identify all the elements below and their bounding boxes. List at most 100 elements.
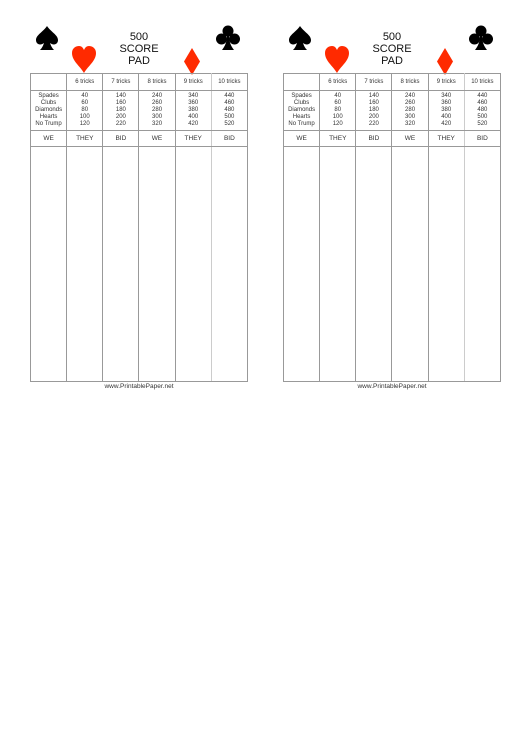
bid-value: 200 <box>115 114 126 120</box>
bid-values-cell: 340 360 380 400 420 <box>427 90 465 131</box>
bid-value: 140 <box>115 93 126 99</box>
bid-value: 480 <box>224 107 235 113</box>
tricks-header: 9 tricks <box>174 73 212 91</box>
suit-label: No Trump <box>35 121 62 127</box>
score-header: WE <box>138 130 176 147</box>
title-line: PAD <box>128 55 150 67</box>
suit-label: Clubs <box>40 100 57 106</box>
title-line: SCORE <box>119 43 159 55</box>
footer-url: www.PrintablePaper.net <box>104 383 174 390</box>
footer-url: www.PrintablePaper.net <box>357 383 427 390</box>
title-line: 500 <box>382 31 402 43</box>
suit-labels-cell: Spades Clubs Diamonds Hearts No Trump <box>29 90 68 131</box>
bid-value: 220 <box>115 121 126 127</box>
bid-value: 460 <box>477 100 488 106</box>
bid-value: 160 <box>115 100 126 106</box>
bid-value: 300 <box>405 114 416 120</box>
score-table: 6 tricks 7 tricks 8 tricks 9 tricks 10 t… <box>282 73 502 382</box>
bid-values-cell: 40 60 80 100 120 <box>66 90 104 131</box>
tricks-header: 8 tricks <box>138 73 176 91</box>
bid-values-cell: 440 460 480 500 520 <box>463 90 502 131</box>
bid-value: 340 <box>188 93 199 99</box>
bid-values-cell: 240 260 280 300 320 <box>138 90 176 131</box>
bid-values-row: Spades Clubs Diamonds Hearts No Trump 40 60 80… <box>29 90 249 131</box>
score-header: BID <box>355 130 393 147</box>
tricks-header: 6 tricks <box>319 73 357 91</box>
bid-value: 280 <box>405 107 416 113</box>
bid-value: 160 <box>368 100 379 106</box>
we-score-column[interactable] <box>29 146 68 382</box>
they-score-column[interactable] <box>319 146 357 382</box>
tricks-header: 10 tricks <box>463 73 502 91</box>
pad-title: 500 SCORE PAD <box>283 31 501 67</box>
they-score-column[interactable] <box>174 146 212 382</box>
bid-value: 240 <box>152 93 163 99</box>
bid-value: 120 <box>79 121 90 127</box>
bid-value: 260 <box>405 100 416 106</box>
bid-value: 320 <box>152 121 163 127</box>
bid-value: 340 <box>441 93 452 99</box>
bid-value: 380 <box>188 107 199 113</box>
score-pad: 500 SCORE PAD 6 tricks 7 tricks 8 tricks… <box>282 0 502 400</box>
score-table: 6 tricks 7 tricks 8 tricks 9 tricks 10 t… <box>29 73 249 382</box>
bid-values-row: Spades Clubs Diamonds Hearts No Trump 40 60 80… <box>282 90 502 131</box>
tricks-header: 6 tricks <box>66 73 104 91</box>
score-header-row: WE THEY BID WE THEY BID <box>282 130 502 147</box>
score-header: THEY <box>319 130 357 147</box>
bid-values-cell: 440 460 480 500 520 <box>210 90 249 131</box>
bid-value: 180 <box>115 107 126 113</box>
we-score-column[interactable] <box>138 146 176 382</box>
bid-values-cell: 340 360 380 400 420 <box>174 90 212 131</box>
score-header: BID <box>210 130 249 147</box>
bid-value: 40 <box>81 93 89 99</box>
bid-value: 220 <box>368 121 379 127</box>
bid-value: 440 <box>477 93 488 99</box>
bid-value: 320 <box>405 121 416 127</box>
bid-value: 300 <box>152 114 163 120</box>
score-header: THEY <box>66 130 104 147</box>
bid-column[interactable] <box>102 146 140 382</box>
bid-value: 40 <box>334 93 342 99</box>
bid-values-cell: 40 60 80 100 120 <box>319 90 357 131</box>
suit-label: Diamonds <box>288 107 316 113</box>
score-header: WE <box>391 130 429 147</box>
we-score-column[interactable] <box>282 146 321 382</box>
suit-label: Hearts <box>39 114 58 120</box>
score-header: THEY <box>174 130 212 147</box>
corner-cell <box>29 73 68 91</box>
bid-value: 100 <box>332 114 343 120</box>
corner-cell <box>282 73 321 91</box>
they-score-column[interactable] <box>66 146 104 382</box>
bid-value: 80 <box>81 107 89 113</box>
they-score-column[interactable] <box>427 146 465 382</box>
bid-value: 80 <box>334 107 342 113</box>
suit-label: Clubs <box>293 100 310 106</box>
bid-value: 100 <box>79 114 90 120</box>
score-header: BID <box>102 130 140 147</box>
bid-value: 400 <box>441 114 452 120</box>
bid-value: 480 <box>477 107 488 113</box>
score-header-row: WE THEY BID WE THEY BID <box>29 130 249 147</box>
score-header: WE <box>29 130 68 147</box>
tricks-header: 7 tricks <box>102 73 140 91</box>
suit-label: Hearts <box>292 114 311 120</box>
we-score-column[interactable] <box>391 146 429 382</box>
bid-column[interactable] <box>210 146 249 382</box>
tricks-header-row: 6 tricks 7 tricks 8 tricks 9 tricks 10 t… <box>282 73 502 91</box>
bid-column[interactable] <box>463 146 502 382</box>
bid-value: 180 <box>368 107 379 113</box>
bid-value: 400 <box>188 114 199 120</box>
tricks-header: 8 tricks <box>391 73 429 91</box>
bid-value: 200 <box>368 114 379 120</box>
bid-value: 520 <box>224 121 235 127</box>
bid-value: 500 <box>224 114 235 120</box>
bid-column[interactable] <box>355 146 393 382</box>
bid-value: 420 <box>188 121 199 127</box>
bid-value: 360 <box>441 100 452 106</box>
bid-value: 240 <box>405 93 416 99</box>
bid-value: 460 <box>224 100 235 106</box>
suit-label: No Trump <box>288 121 315 127</box>
suit-label: Spades <box>291 93 312 99</box>
score-entry-row <box>282 146 502 382</box>
score-header: THEY <box>427 130 465 147</box>
